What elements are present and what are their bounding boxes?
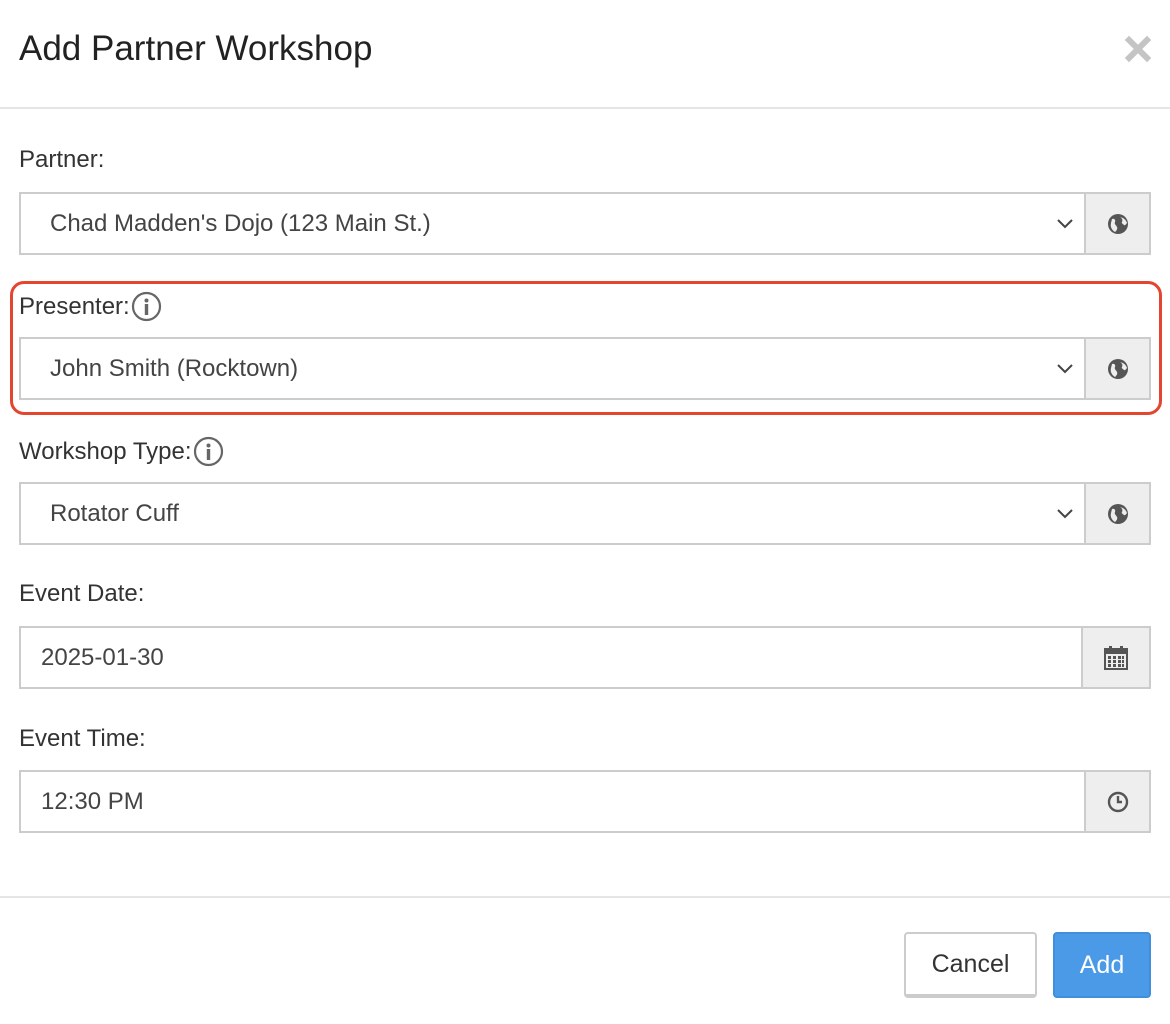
add-button[interactable]: Add [1053, 932, 1151, 998]
partner-select[interactable]: Chad Madden's Dojo (123 Main St.) [21, 194, 1086, 253]
clock-icon [1107, 791, 1128, 812]
calendar-button[interactable] [1083, 628, 1149, 687]
globe-icon [1107, 503, 1128, 524]
chevron-down-icon [1057, 508, 1073, 518]
globe-icon [1107, 358, 1128, 379]
workshop-type-label: Workshop Type: [19, 436, 224, 467]
presenter-select-value: John Smith (Rocktown) [50, 354, 299, 382]
event-date-label-text: Event Date: [19, 580, 145, 607]
event-date-label: Event Date: [19, 580, 144, 608]
workshop-type-label-text: Workshop Type: [19, 437, 192, 465]
presenter-globe-button[interactable] [1086, 339, 1149, 398]
close-icon[interactable] [1120, 31, 1156, 67]
workshop-type-input-group: Rotator Cuff [19, 482, 1151, 545]
presenter-input-group: John Smith (Rocktown) [19, 337, 1151, 400]
event-date-input-group [19, 626, 1151, 689]
partner-input-group: Chad Madden's Dojo (123 Main St.) [19, 192, 1151, 255]
workshop-type-select[interactable]: Rotator Cuff [21, 484, 1086, 543]
info-icon[interactable] [193, 436, 224, 467]
modal-header: Add Partner Workshop [0, 0, 1170, 109]
presenter-label: Presenter: [19, 291, 162, 322]
workshop-type-select-value: Rotator Cuff [50, 499, 179, 527]
event-time-input[interactable] [21, 772, 1086, 831]
chevron-down-icon [1057, 218, 1073, 228]
calendar-icon [1104, 645, 1128, 670]
presenter-label-text: Presenter: [19, 292, 130, 320]
modal-title: Add Partner Workshop [19, 29, 373, 68]
presenter-select[interactable]: John Smith (Rocktown) [21, 339, 1086, 398]
modal-footer: Cancel Add [0, 896, 1170, 1024]
event-date-input[interactable] [21, 628, 1083, 687]
workshop-type-globe-button[interactable] [1086, 484, 1149, 543]
event-time-input-group [19, 770, 1151, 833]
partner-label: Partner: [19, 146, 104, 174]
cancel-button[interactable]: Cancel [904, 932, 1037, 998]
chevron-down-icon [1057, 363, 1073, 373]
event-time-label-text: Event Time: [19, 725, 146, 752]
partner-label-text: Partner: [19, 146, 105, 173]
info-icon[interactable] [131, 291, 162, 322]
globe-icon [1107, 213, 1128, 234]
event-time-label: Event Time: [19, 725, 146, 753]
partner-select-value: Chad Madden's Dojo (123 Main St.) [50, 209, 431, 237]
clock-button[interactable] [1086, 772, 1149, 831]
partner-globe-button[interactable] [1086, 194, 1149, 253]
